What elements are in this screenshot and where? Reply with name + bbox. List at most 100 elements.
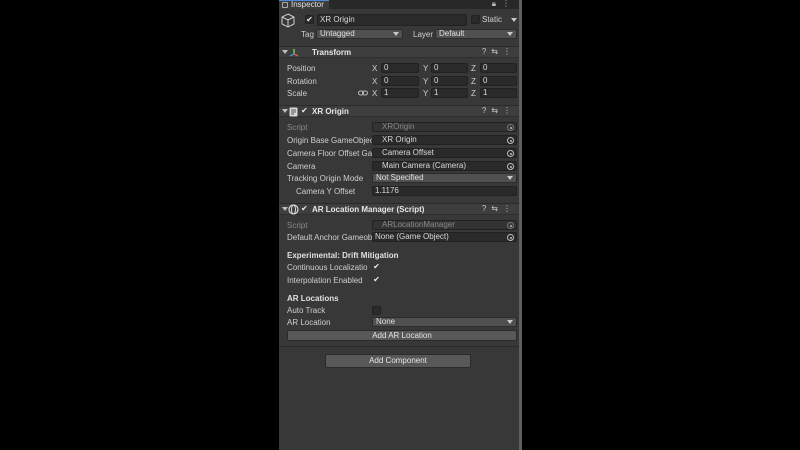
preset-icon[interactable]: ⇆ (491, 47, 503, 56)
camera-field[interactable]: Main Camera (Camera) (372, 161, 517, 171)
object-name-field[interactable]: XR Origin (317, 14, 467, 26)
scale-label: Scale (287, 89, 308, 98)
menu-icon[interactable]: ⋮ (503, 47, 516, 56)
position-y-field[interactable]: 0 (431, 63, 468, 73)
layer-dropdown[interactable]: Default (435, 29, 517, 39)
ar-location-manager-header[interactable]: ✔ AR Location Manager (Script) ?⇆⋮ (279, 203, 522, 215)
add-component-button[interactable]: Add Component (325, 354, 471, 368)
component-separator (279, 346, 522, 347)
rotation-x-axis: X (372, 77, 378, 86)
help-icon[interactable]: ? (482, 204, 491, 213)
object-picker-icon (507, 222, 514, 229)
rotation-y-field[interactable]: 0 (431, 76, 468, 86)
ar-location-manager-title: AR Location Manager (Script) (312, 205, 425, 214)
ar-locations-title: AR Locations (287, 294, 339, 303)
menu-icon[interactable]: ⋮ (503, 204, 516, 213)
static-label: Static (482, 15, 503, 24)
inspector-tab-bar: Inspector 🔒︎⋮ (279, 0, 522, 9)
camera-value: Main Camera (Camera) (382, 161, 467, 170)
scale-z-field[interactable]: 1 (480, 88, 517, 98)
continuous-localization-label: Continuous Localizatio (287, 263, 368, 272)
object-picker-icon[interactable] (507, 234, 514, 241)
layer-label: Layer (413, 30, 434, 39)
chevron-down-icon (507, 32, 513, 36)
camera-floor-label: Camera Floor Offset Ga (287, 149, 373, 158)
ar-location-label: AR Location (287, 318, 331, 327)
foldout-arrow-icon[interactable] (282, 50, 288, 54)
rotation-label: Rotation (287, 77, 317, 86)
layer-value: Default (439, 29, 465, 38)
add-ar-location-button[interactable]: Add AR Location (287, 330, 517, 341)
xr-origin-header-actions: ?⇆⋮ (482, 106, 516, 115)
continuous-localization-checkbox[interactable]: ✔ (372, 263, 381, 272)
auto-track-label: Auto Track (287, 306, 326, 315)
camera-label: Camera (287, 162, 316, 171)
tracking-origin-label: Tracking Origin Mode (287, 174, 364, 183)
xr-origin-script-value: XROrigin (382, 122, 415, 131)
lock-icon[interactable]: 🔒︎ (492, 0, 502, 8)
origin-base-value: XR Origin (382, 135, 417, 144)
origin-base-label: Origin Base GameObjec (287, 136, 374, 145)
link-icon[interactable] (358, 89, 368, 97)
help-icon[interactable]: ? (482, 106, 491, 115)
auto-track-checkbox[interactable] (372, 306, 381, 315)
preset-icon[interactable]: ⇆ (491, 106, 503, 115)
rotation-y-axis: Y (423, 77, 429, 86)
ar-location-value: None (376, 317, 396, 326)
interpolation-enabled-checkbox[interactable]: ✔ (372, 276, 381, 285)
tag-label: Tag (301, 30, 314, 39)
origin-base-field[interactable]: XR Origin (372, 135, 517, 145)
tag-dropdown[interactable]: Untagged (316, 29, 403, 39)
position-y-axis: Y (423, 64, 429, 73)
camera-y-offset-field[interactable]: 1.1176 (372, 186, 517, 196)
gameobject-cube-icon (281, 13, 295, 28)
scale-x-field[interactable]: 1 (381, 88, 419, 98)
rotation-x-field[interactable]: 0 (381, 76, 419, 86)
transform-header-actions: ?⇆⋮ (482, 47, 516, 56)
static-dropdown-icon[interactable] (511, 18, 517, 22)
position-x-field[interactable]: 0 (381, 63, 419, 73)
transform-title: Transform (312, 48, 352, 57)
xr-origin-title: XR Origin (312, 107, 349, 116)
camera-floor-field[interactable]: Camera Offset (372, 148, 517, 158)
scale-x-axis: X (372, 89, 378, 98)
object-picker-icon[interactable] (507, 163, 514, 170)
transform-header[interactable]: Transform ?⇆⋮ (279, 46, 522, 58)
rotation-z-field[interactable]: 0 (480, 76, 517, 86)
foldout-arrow-icon[interactable] (282, 109, 288, 113)
menu-icon[interactable]: ⋮ (502, 0, 516, 8)
transform-axes-icon (289, 49, 299, 57)
position-z-axis: Z (471, 64, 476, 73)
xr-origin-enabled-check[interactable]: ✔ (301, 106, 308, 115)
default-anchor-value: None (Game Object) (375, 232, 449, 241)
ar-location-dropdown[interactable]: None (372, 317, 517, 327)
position-z-field[interactable]: 0 (480, 63, 517, 73)
help-icon[interactable]: ? (482, 47, 491, 56)
object-active-checkbox[interactable]: ✔ (305, 15, 314, 24)
tag-value: Untagged (320, 29, 355, 38)
static-checkbox[interactable] (471, 15, 480, 24)
preset-icon[interactable]: ⇆ (491, 204, 503, 213)
script-icon (289, 107, 298, 117)
xr-origin-header[interactable]: ✔ XR Origin ?⇆⋮ (279, 105, 522, 117)
object-picker-icon[interactable] (507, 137, 514, 144)
ar-script-label: Script (287, 221, 308, 230)
tracking-origin-value: Not Specified (376, 173, 424, 182)
scale-y-axis: Y (423, 89, 429, 98)
ar-location-manager-enabled-check[interactable]: ✔ (301, 204, 308, 213)
tracking-origin-dropdown[interactable]: Not Specified (372, 173, 517, 183)
ar-location-manager-header-actions: ?⇆⋮ (482, 204, 516, 213)
scale-y-field[interactable]: 1 (431, 88, 468, 98)
ar-script-field: ARLocationManager (372, 220, 517, 230)
object-picker-icon (507, 124, 514, 131)
object-picker-icon[interactable] (507, 150, 514, 157)
default-anchor-field[interactable]: None (Game Object) (372, 232, 517, 242)
panel-scroll-edge (519, 0, 522, 450)
xr-origin-script-label: Script (287, 123, 308, 132)
tab-inspector[interactable]: Inspector (279, 0, 329, 9)
inspector-panel: Inspector 🔒︎⋮ ✔ XR Origin Static Tag Unt… (279, 0, 522, 450)
inspector-icon (282, 2, 288, 8)
menu-icon[interactable]: ⋮ (503, 106, 516, 115)
position-label: Position (287, 64, 316, 73)
chevron-down-icon (393, 32, 399, 36)
